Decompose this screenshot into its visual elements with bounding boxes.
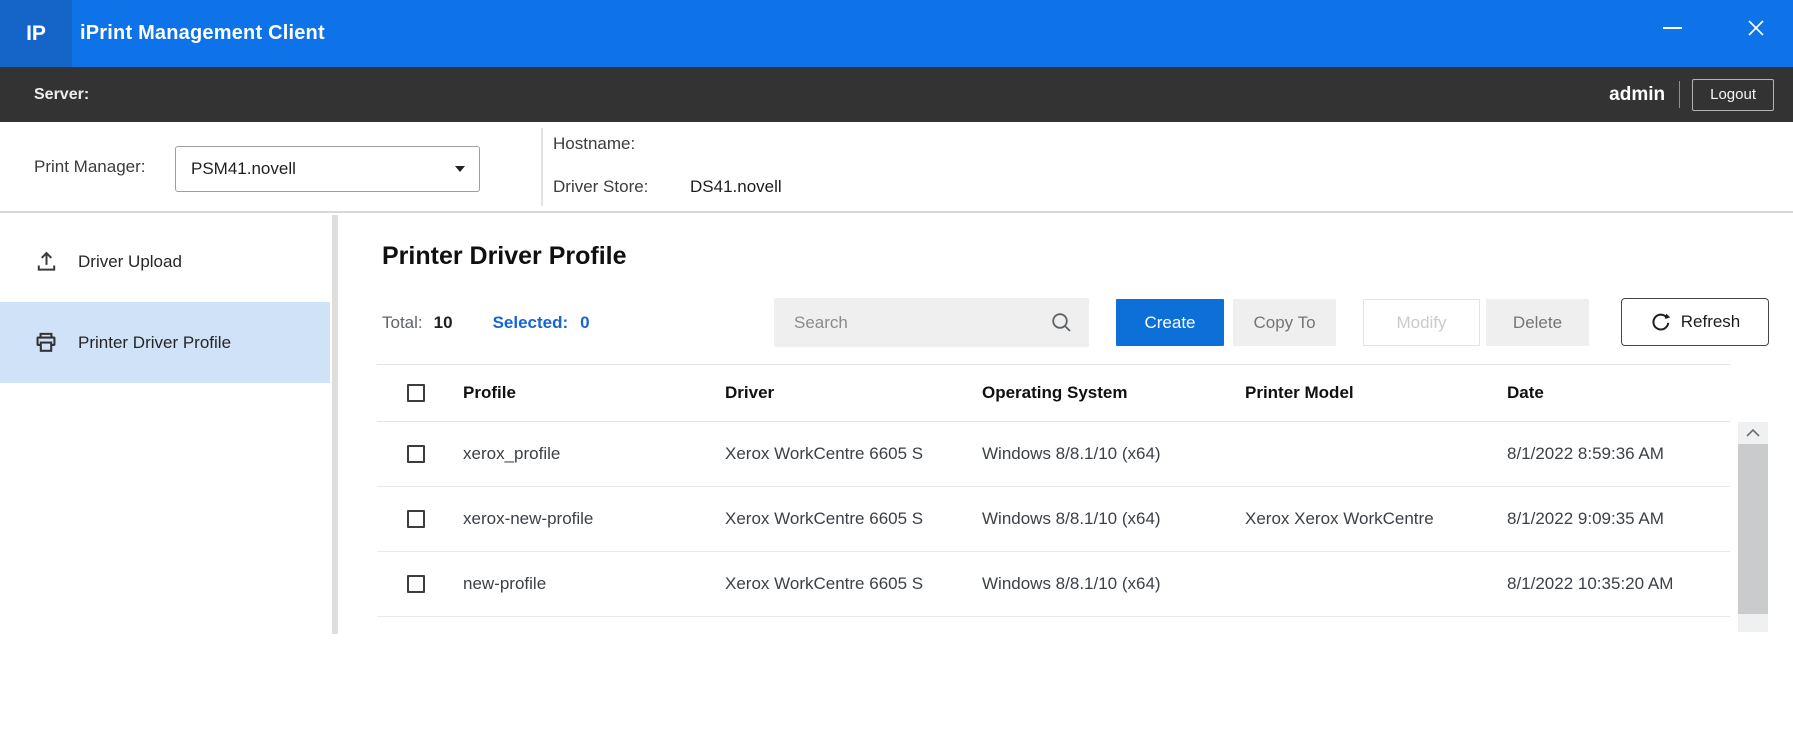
copy-to-button[interactable]: Copy To <box>1233 299 1336 346</box>
minimize-icon <box>1663 27 1682 29</box>
server-right-group: admin Logout <box>1609 67 1774 122</box>
page-title: Printer Driver Profile <box>382 242 627 271</box>
app-window: IP iPrint Management Client Server: admi… <box>0 0 1793 753</box>
modify-button[interactable]: Modify <box>1363 299 1480 346</box>
sidebar-item-label: Printer Driver Profile <box>78 333 231 353</box>
table-header-row: Profile Driver Operating System Printer … <box>377 364 1730 422</box>
table-row: xerox_profile Xerox WorkCentre 6605 S Wi… <box>377 422 1730 487</box>
print-manager-value: PSM41.novell <box>191 159 455 179</box>
row-checkbox[interactable] <box>407 510 425 528</box>
chevron-up-icon <box>1745 428 1761 438</box>
sidebar-item-driver-upload[interactable]: Driver Upload <box>0 221 330 302</box>
total-value: 10 <box>434 313 453 333</box>
server-bar: Server: admin Logout <box>0 67 1793 122</box>
table-scrollbar[interactable] <box>1738 422 1768 632</box>
row-checkbox[interactable] <box>407 445 425 463</box>
create-button[interactable]: Create <box>1116 299 1224 346</box>
cell-os: Windows 8/8.1/10 (x64) <box>974 509 1235 529</box>
refresh-icon <box>1650 312 1671 333</box>
column-header-os: Operating System <box>974 383 1235 403</box>
column-header-driver: Driver <box>717 383 974 403</box>
app-logo: IP <box>0 0 72 67</box>
logged-in-user: admin <box>1609 84 1665 106</box>
divider <box>541 128 543 206</box>
sidebar-divider <box>332 215 338 634</box>
printer-icon <box>33 330 59 356</box>
print-manager-select[interactable]: PSM41.novell <box>175 146 480 192</box>
host-info: Hostname: Driver Store: DS41.novell <box>553 132 782 199</box>
table-row: xerox-new-profile Xerox WorkCentre 6605 … <box>377 487 1730 552</box>
selected-value: 0 <box>580 313 589 333</box>
print-manager-label: Print Manager: <box>34 122 146 211</box>
cell-date: 8/1/2022 9:09:35 AM <box>1495 509 1730 529</box>
cell-profile: xerox_profile <box>455 444 717 464</box>
cell-driver: Xerox WorkCentre 6605 S <box>717 574 974 594</box>
delete-button[interactable]: Delete <box>1486 299 1589 346</box>
cell-date: 8/1/2022 10:35:20 AM <box>1495 574 1730 594</box>
total-label: Total: <box>382 313 423 333</box>
scroll-up-button[interactable] <box>1738 422 1768 444</box>
profile-table: Profile Driver Operating System Printer … <box>377 364 1730 617</box>
hostname-label: Hostname: <box>553 134 690 154</box>
window-title: iPrint Management Client <box>80 0 325 67</box>
refresh-label: Refresh <box>1681 312 1741 332</box>
manager-bar: Print Manager: PSM41.novell Hostname: Dr… <box>0 122 1793 213</box>
sidebar-item-label: Driver Upload <box>78 252 182 272</box>
scrollbar-thumb[interactable] <box>1738 444 1768 614</box>
table-row: new-profile Xerox WorkCentre 6605 S Wind… <box>377 552 1730 617</box>
logout-button[interactable]: Logout <box>1692 79 1774 111</box>
minimize-button[interactable] <box>1652 0 1692 55</box>
cell-profile: new-profile <box>455 574 717 594</box>
server-label: Server: <box>34 67 89 122</box>
search-box <box>774 298 1089 347</box>
stats-row: Total: 10 Selected: 0 <box>382 298 590 347</box>
driver-store-value: DS41.novell <box>690 177 782 197</box>
driver-store-label: Driver Store: <box>553 177 690 197</box>
search-input[interactable] <box>774 313 1050 333</box>
cell-os: Windows 8/8.1/10 (x64) <box>974 444 1235 464</box>
close-button[interactable] <box>1734 0 1778 55</box>
cell-model: Xerox Xerox WorkCentre <box>1235 509 1495 529</box>
selected-label: Selected: <box>493 313 569 333</box>
chevron-down-icon <box>455 166 465 172</box>
divider <box>1679 81 1680 108</box>
column-header-profile: Profile <box>455 383 717 403</box>
search-icon <box>1050 311 1073 334</box>
row-checkbox[interactable] <box>407 575 425 593</box>
cell-profile: xerox-new-profile <box>455 509 717 529</box>
select-all-checkbox[interactable] <box>407 384 425 402</box>
refresh-button[interactable]: Refresh <box>1621 298 1769 346</box>
cell-driver: Xerox WorkCentre 6605 S <box>717 509 974 529</box>
cell-os: Windows 8/8.1/10 (x64) <box>974 574 1235 594</box>
close-icon <box>1746 18 1766 38</box>
cell-date: 8/1/2022 8:59:36 AM <box>1495 444 1730 464</box>
column-header-model: Printer Model <box>1235 383 1495 403</box>
column-header-date: Date <box>1495 383 1730 403</box>
titlebar: IP iPrint Management Client <box>0 0 1793 67</box>
upload-icon <box>33 249 59 274</box>
sidebar-item-printer-driver-profile[interactable]: Printer Driver Profile <box>0 302 330 383</box>
cell-driver: Xerox WorkCentre 6605 S <box>717 444 974 464</box>
